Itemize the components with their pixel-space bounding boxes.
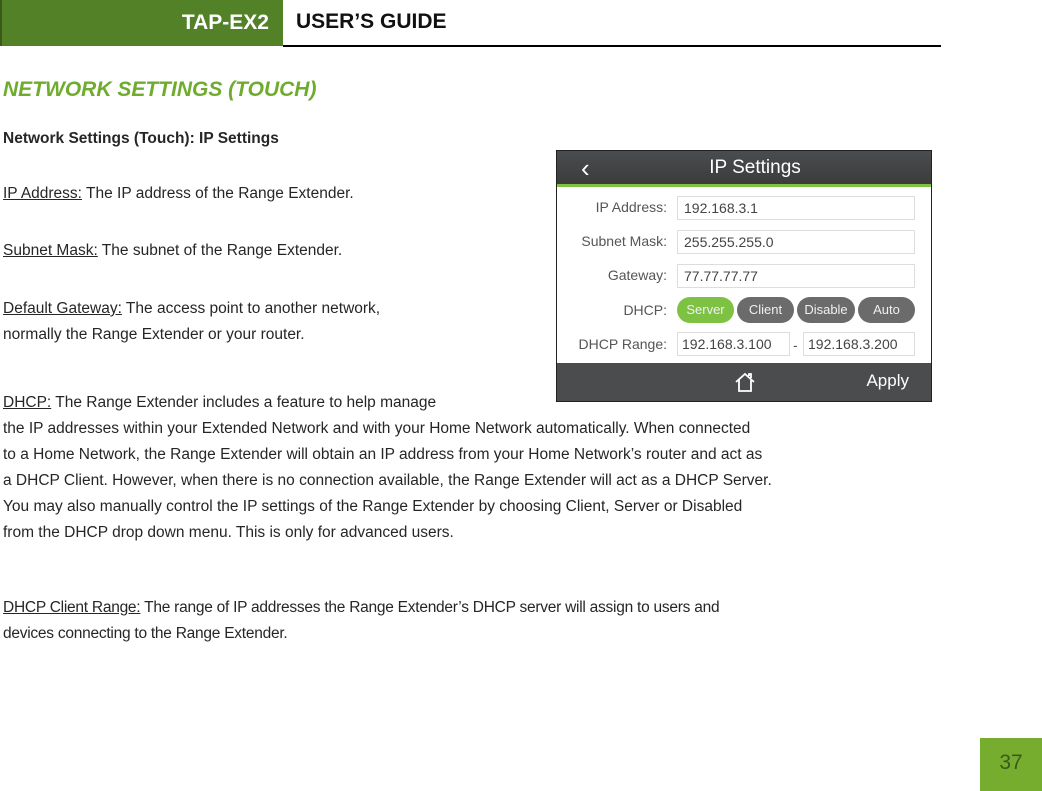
dhcp-range-label: DHCP Range: (578, 336, 667, 352)
gateway-field[interactable]: 77.77.77.77 (677, 264, 915, 288)
definition: The Range Extender includes a feature to… (51, 394, 437, 411)
dhcp-client-button[interactable]: Client (737, 297, 794, 323)
page-number: 37 (980, 738, 1042, 791)
guide-title: USER’S GUIDE (296, 10, 447, 33)
screen-title: IP Settings (709, 157, 801, 178)
definition-line: the IP addresses within your Extended Ne… (3, 420, 751, 437)
definition-line: to a Home Network, the Range Extender wi… (3, 446, 763, 463)
definition-line: from the DHCP drop down menu. This is on… (3, 524, 454, 541)
term-dhcp: DHCP: (3, 394, 52, 411)
term-subnet-mask: Subnet Mask: (3, 242, 98, 259)
apply-button[interactable]: Apply (866, 371, 909, 391)
range-separator: - (793, 337, 798, 353)
subnet-mask-field[interactable]: 255.255.255.0 (677, 230, 915, 254)
subnet-mask-paragraph: Subnet Mask: The subnet of the Range Ext… (3, 238, 342, 264)
ip-settings-screenshot: ‹ IP Settings IP Address: 192.168.3.1 Su… (556, 150, 932, 402)
ip-address-paragraph: IP Address: The IP address of the Range … (3, 181, 354, 207)
section-title: NETWORK SETTINGS (TOUCH) (3, 78, 317, 101)
ip-address-field[interactable]: 192.168.3.1 (677, 196, 915, 220)
definition-line: You may also manually control the IP set… (3, 498, 743, 515)
term-default-gateway: Default Gateway: (3, 300, 122, 317)
screen-bottom-bar: Apply (557, 363, 931, 401)
default-gateway-paragraph: Default Gateway: The access point to ano… (3, 296, 380, 348)
gateway-label: Gateway: (607, 267, 667, 283)
definition: The subnet of the Range Extender. (97, 242, 343, 259)
dhcp-client-range-paragraph: DHCP Client Range: The range of IP addre… (3, 595, 720, 647)
home-icon[interactable] (733, 371, 757, 398)
dhcp-label: DHCP: (623, 302, 667, 318)
screen-title-bar: ‹ IP Settings (557, 151, 931, 187)
dhcp-range-end-field[interactable]: 192.168.3.200 (803, 332, 915, 356)
subnet-mask-label: Subnet Mask: (581, 233, 667, 249)
term-dhcp-client-range: DHCP Client Range: (3, 599, 141, 616)
dhcp-range-start-field[interactable]: 192.168.3.100 (677, 332, 790, 356)
subheading: Network Settings (Touch): IP Settings (3, 130, 279, 147)
header-divider (283, 45, 941, 47)
definition-line: normally the Range Extender or your rout… (3, 326, 305, 343)
product-name: TAP-EX2 (181, 11, 269, 34)
product-name-banner: TAP-EX2 (0, 0, 283, 46)
definition: The IP address of the Range Extender. (81, 185, 354, 202)
definition: The access point to another network, (121, 300, 381, 317)
definition: The range of IP addresses the Range Exte… (140, 599, 720, 616)
dhcp-auto-button[interactable]: Auto (858, 297, 915, 323)
dhcp-disable-button[interactable]: Disable (797, 297, 855, 323)
term-ip-address: IP Address: (3, 185, 82, 202)
definition-line: devices connecting to the Range Extender… (3, 625, 288, 642)
dhcp-paragraph: DHCP: The Range Extender includes a feat… (3, 390, 772, 546)
ip-address-label: IP Address: (595, 199, 667, 215)
definition-line: a DHCP Client. However, when there is no… (3, 472, 772, 489)
dhcp-server-button[interactable]: Server (677, 297, 734, 323)
